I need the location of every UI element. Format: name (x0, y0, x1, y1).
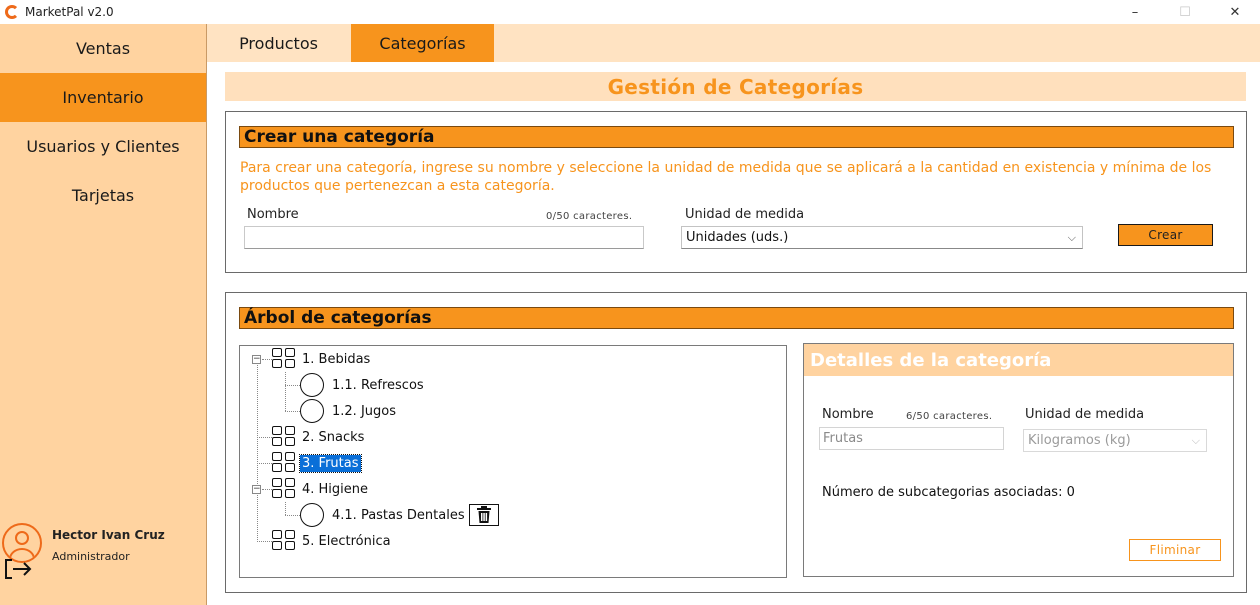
tree-connector (257, 541, 272, 542)
name-label: Nombre (247, 207, 299, 222)
sidebar-item-label: Inventario (62, 88, 144, 107)
trash-icon[interactable] (468, 504, 499, 526)
subcategory-circle-icon (300, 373, 324, 397)
sidebar-item-usuarios-clientes[interactable]: Usuarios y Clientes (0, 122, 206, 171)
logout-icon[interactable] (3, 558, 33, 580)
page-title: Gestión de Categorías (607, 74, 864, 99)
details-name-label: Nombre (822, 407, 874, 422)
button-label: Fliminar (1149, 543, 1201, 557)
details-unit-value: Kilogramos (kg) (1028, 433, 1131, 448)
category-grid-icon (272, 426, 296, 448)
tree-connector (257, 359, 258, 542)
app-logo-icon (5, 5, 19, 19)
create-category-panel: Crear una categoría Para crear una categ… (225, 111, 1247, 273)
name-char-counter: 0/50 caracteres. (546, 211, 633, 222)
tree-node-snacks[interactable]: 2. Snacks (272, 426, 366, 448)
tree-connector (257, 463, 272, 464)
unit-select[interactable]: Unidades (uds.) ⌵ (681, 226, 1083, 249)
tree-connector (285, 502, 286, 515)
tree-node-label: 4.1. Pastas Dentales (332, 507, 465, 523)
details-name-input: Frutas (819, 427, 1004, 450)
tab-label: Categorías (379, 33, 466, 53)
category-tree-panel: Árbol de categorías − − 1. Bebidas 1.1. … (225, 292, 1247, 593)
category-tree[interactable]: − − 1. Bebidas 1.1. Refrescos 1.2. Jugos… (239, 345, 787, 578)
create-category-header: Crear una categoría (239, 126, 1234, 148)
subcategory-count-text: Número de subcategorias asociadas: 0 (822, 485, 1075, 500)
tree-node-label: 1.1. Refrescos (332, 377, 424, 393)
unit-label: Unidad de medida (685, 207, 805, 222)
chevron-down-icon: ⌵ (1067, 231, 1076, 244)
tree-node-refrescos[interactable]: 1.1. Refrescos (300, 373, 426, 397)
chevron-down-icon: ⌵ (1191, 434, 1200, 447)
tree-node-electronica[interactable]: 5. Electrónica (272, 530, 393, 552)
category-details-header: Detalles de la categoría (804, 344, 1233, 376)
user-role: Administrador (52, 550, 130, 563)
window-title: MarketPal v2.0 (25, 5, 114, 19)
tree-node-label: 1. Bebidas (302, 351, 371, 367)
category-tree-header: Árbol de categorías (239, 307, 1234, 329)
close-button[interactable]: ✕ (1210, 0, 1260, 24)
tree-node-label-selected: 3. Frutas (299, 453, 362, 473)
tree-node-higiene[interactable]: 4. Higiene (272, 478, 370, 500)
sidebar-item-label: Tarjetas (71, 186, 135, 205)
tree-node-label: 5. Electrónica (302, 533, 391, 549)
tree-connector (262, 489, 272, 490)
category-grid-icon (272, 478, 296, 500)
button-label: Crear (1148, 228, 1183, 242)
sidebar-item-inventario[interactable]: Inventario (0, 73, 206, 122)
category-grid-icon (272, 348, 296, 370)
window-controls: – ☐ ✕ (1110, 0, 1260, 24)
create-category-description: Para crear una categoría, ingrese su nom… (240, 160, 1212, 194)
subcategory-circle-icon (300, 399, 324, 423)
user-name: Hector Ivan Cruz (52, 528, 165, 542)
sidebar-item-ventas[interactable]: Ventas (0, 24, 206, 73)
title-bar: MarketPal v2.0 – ☐ ✕ (0, 0, 1260, 24)
tab-categorias[interactable]: Categorías (351, 24, 494, 62)
category-details-panel: Detalles de la categoría Nombre 6/50 car… (803, 343, 1234, 577)
tree-node-jugos[interactable]: 1.2. Jugos (300, 399, 398, 423)
subcategory-circle-icon (300, 503, 324, 527)
tree-node-label: 1.2. Jugos (332, 403, 396, 419)
tree-connector (285, 411, 300, 412)
tab-label: Productos (239, 33, 318, 53)
create-button[interactable]: Crear (1118, 224, 1213, 246)
tree-connector (285, 372, 286, 411)
details-unit-label: Unidad de medida (1025, 407, 1145, 422)
category-grid-icon (272, 452, 296, 474)
tree-node-pastas-dentales[interactable]: 4.1. Pastas Dentales (300, 503, 499, 527)
tree-node-label: 2. Snacks (302, 429, 365, 445)
page-banner: Gestión de Categorías (225, 72, 1246, 101)
collapse-toggle[interactable]: − (252, 485, 261, 494)
details-name-value: Frutas (823, 431, 863, 446)
section-title: Crear una categoría (244, 127, 435, 147)
tree-node-frutas[interactable]: 3. Frutas (272, 452, 362, 474)
tree-node-label: 4. Higiene (302, 481, 369, 497)
category-grid-icon (272, 530, 296, 552)
maximize-button: ☐ (1179, 4, 1191, 20)
details-unit-select: Kilogramos (kg) ⌵ (1023, 429, 1207, 452)
tab-bar: Productos Categorías (207, 24, 1260, 62)
delete-category-button: Fliminar (1129, 539, 1221, 561)
tree-connector (285, 515, 300, 516)
unit-select-value: Unidades (uds.) (686, 230, 789, 245)
tab-productos[interactable]: Productos (207, 24, 350, 62)
tree-connector (285, 385, 300, 386)
tree-connector (257, 437, 272, 438)
tree-node-bebidas[interactable]: 1. Bebidas (272, 348, 372, 370)
minimize-button[interactable]: – (1110, 0, 1160, 24)
sidebar-item-label: Usuarios y Clientes (26, 137, 180, 156)
app-window: MarketPal v2.0 – ☐ ✕ Ventas Inventario U… (0, 0, 1260, 605)
sidebar: Ventas Inventario Usuarios y Clientes Ta… (0, 24, 207, 605)
sidebar-item-label: Ventas (75, 39, 131, 58)
category-name-input[interactable] (244, 226, 644, 249)
details-name-char-counter: 6/50 caracteres. (906, 411, 993, 422)
tree-connector (262, 359, 272, 360)
user-circle-icon (2, 523, 42, 563)
sidebar-item-tarjetas[interactable]: Tarjetas (0, 171, 206, 220)
section-title: Árbol de categorías (244, 308, 432, 328)
collapse-toggle[interactable]: − (252, 355, 261, 364)
